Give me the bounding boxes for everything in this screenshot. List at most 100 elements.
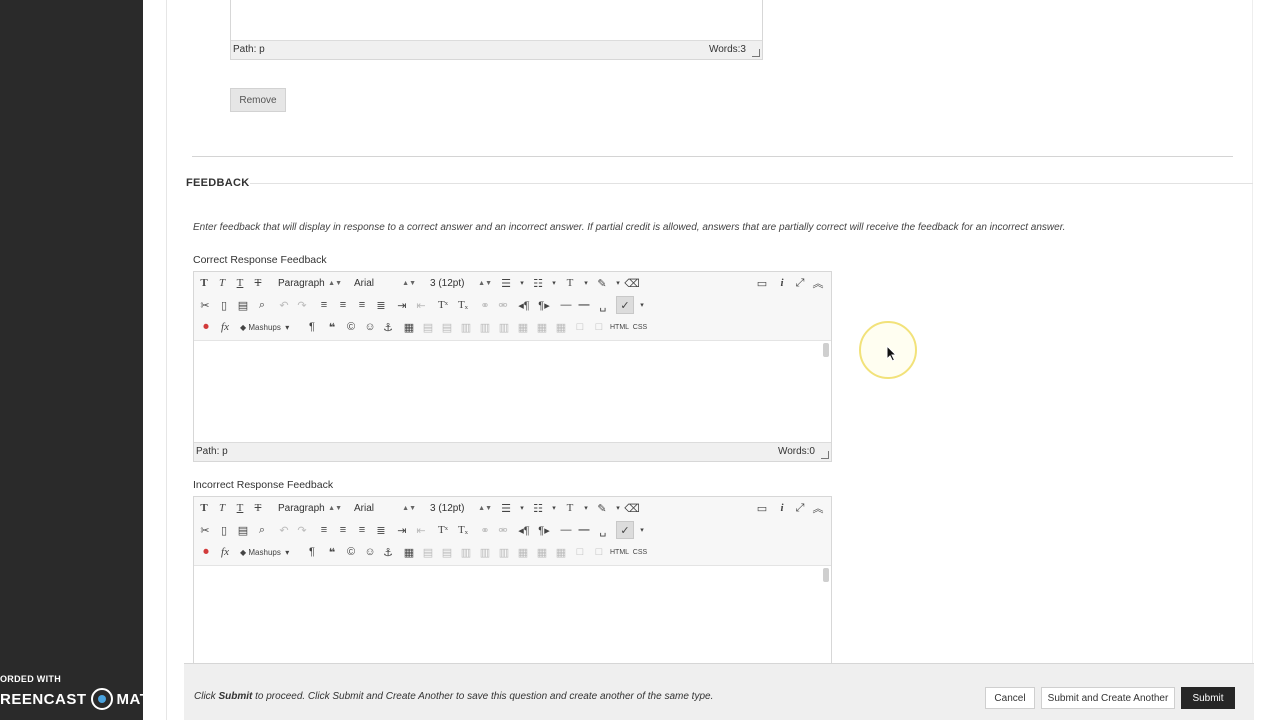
fullscreen-icon[interactable]: ⤢ (792, 499, 808, 517)
record-icon[interactable]: ⏺ (198, 543, 214, 561)
undo-icon[interactable]: ↶ (276, 521, 292, 539)
remove-button[interactable]: Remove (230, 88, 286, 112)
table-cell-props-icon[interactable]: □ (591, 318, 607, 336)
record-icon[interactable]: ⏺ (198, 318, 214, 336)
undo-icon[interactable]: ↶ (276, 296, 292, 314)
align-left-icon[interactable]: ≡ (316, 521, 332, 539)
fullscreen-icon[interactable]: ⤢ (792, 274, 808, 292)
correct-feedback-textarea[interactable] (194, 340, 831, 443)
collapse-toolbar-icon[interactable]: ︽ (810, 499, 826, 517)
eraser-icon[interactable]: ⌫ (624, 274, 640, 292)
table-split-icon[interactable]: ▦ (534, 318, 550, 336)
justify-icon[interactable]: ≣ (373, 296, 389, 314)
html-source-button[interactable]: HTML (610, 318, 629, 336)
incorrect-feedback-editor[interactable]: T T T T Paragraph ▲▼ Arial ▲▼ 3 (12pt) ▲▼ ☰… (193, 496, 832, 667)
mashups-menu[interactable]: ◆ Mashups ▾ (240, 318, 289, 336)
text-color-icon[interactable]: T (562, 499, 578, 517)
math-equation-icon[interactable]: fx (217, 318, 233, 336)
redo-icon[interactable]: ↷ (294, 521, 310, 539)
numbered-list-dropdown-icon[interactable]: ▾ (546, 499, 562, 517)
cut-icon[interactable]: ✂ (197, 296, 213, 314)
special-character-icon[interactable]: © (343, 543, 359, 561)
font-size-select[interactable]: 3 (12pt) ▲▼ (428, 275, 494, 291)
font-size-select[interactable]: 3 (12pt) ▲▼ (428, 500, 494, 516)
paste-icon[interactable]: ▤ (235, 521, 251, 539)
table-col-before-icon[interactable]: ▥ (477, 543, 493, 561)
align-center-icon[interactable]: ≡ (335, 296, 351, 314)
math-equation-icon[interactable]: fx (217, 543, 233, 561)
italic-icon[interactable]: T (214, 499, 230, 517)
table-row-before-icon[interactable]: ▤ (420, 543, 436, 561)
bullet-list-dropdown-icon[interactable]: ▾ (514, 274, 530, 292)
horizontal-rule-icon[interactable]: — (558, 521, 574, 539)
superscript-icon[interactable]: Tˣ (435, 521, 451, 539)
paragraph-format-select[interactable]: Paragraph ▲▼ (276, 500, 344, 516)
table-merge-icon[interactable]: ▦ (553, 318, 569, 336)
paste-icon[interactable]: ▤ (235, 296, 251, 314)
align-left-icon[interactable]: ≡ (316, 296, 332, 314)
incorrect-feedback-textarea[interactable] (194, 565, 831, 667)
numbered-list-icon[interactable]: ☷ (530, 274, 546, 292)
resize-handle-icon[interactable] (752, 49, 760, 57)
font-family-select[interactable]: Arial ▲▼ (352, 275, 418, 291)
html-source-button[interactable]: HTML (610, 543, 629, 561)
underline-icon[interactable]: T (232, 274, 248, 292)
find-replace-icon[interactable]: ⌕ (254, 521, 270, 539)
align-right-icon[interactable]: ≡ (354, 296, 370, 314)
ltr-direction-icon[interactable]: ¶▸ (536, 521, 552, 539)
align-center-icon[interactable]: ≡ (335, 521, 351, 539)
table-merge-icon[interactable]: ▦ (553, 543, 569, 561)
numbered-list-icon[interactable]: ☷ (530, 499, 546, 517)
find-replace-icon[interactable]: ⌕ (254, 296, 270, 314)
paragraph-format-select[interactable]: Paragraph ▲▼ (276, 275, 344, 291)
css-button[interactable]: CSS (632, 543, 648, 561)
table-delete-row-icon[interactable]: ▥ (458, 543, 474, 561)
preview-monitor-icon[interactable]: ▭ (754, 499, 770, 517)
paragraph-mark-icon[interactable]: ¶ (304, 543, 320, 561)
preview-monitor-icon[interactable]: ▭ (754, 274, 770, 292)
editor-scrollbar[interactable] (823, 568, 829, 582)
horizontal-line-icon[interactable]: — (576, 521, 592, 539)
insert-link-icon[interactable]: ⚭ (477, 521, 493, 539)
emoticon-icon[interactable]: ☺ (362, 318, 378, 336)
special-character-icon[interactable]: © (343, 318, 359, 336)
outdent-icon[interactable]: ⇤ (413, 296, 429, 314)
text-color-dropdown-icon[interactable]: ▾ (578, 274, 594, 292)
clear-formatting-icon[interactable]: Tₓ (455, 521, 471, 539)
table-col-after-icon[interactable]: ▥ (496, 318, 512, 336)
table-cell-props-icon[interactable]: □ (591, 543, 607, 561)
insert-link-icon[interactable]: ⚭ (477, 296, 493, 314)
table-col-after-icon[interactable]: ▥ (496, 543, 512, 561)
insert-table-icon[interactable]: ▦ (401, 318, 417, 336)
spellcheck-icon[interactable]: ✓ (616, 521, 634, 539)
cut-icon[interactable]: ✂ (197, 521, 213, 539)
blockquote-icon[interactable]: ❝ (324, 318, 340, 336)
spellcheck-dropdown-icon[interactable]: ▾ (634, 296, 650, 314)
text-color-dropdown-icon[interactable]: ▾ (578, 499, 594, 517)
align-right-icon[interactable]: ≡ (354, 521, 370, 539)
table-row-after-icon[interactable]: ▤ (439, 543, 455, 561)
info-icon[interactable]: i (774, 274, 790, 292)
anchor-icon[interactable]: ⚓ (380, 543, 396, 561)
unlink-icon[interactable]: ⚮ (495, 296, 511, 314)
eraser-icon[interactable]: ⌫ (624, 499, 640, 517)
underline-icon[interactable]: T (232, 499, 248, 517)
redo-icon[interactable]: ↷ (294, 296, 310, 314)
table-props-icon[interactable]: □ (572, 543, 588, 561)
info-icon[interactable]: i (774, 499, 790, 517)
cancel-button[interactable]: Cancel (985, 687, 1035, 709)
indent-icon[interactable]: ⇥ (394, 296, 410, 314)
unlink-icon[interactable]: ⚮ (495, 521, 511, 539)
mashups-menu[interactable]: ◆ Mashups ▾ (240, 543, 289, 561)
answer-editor-remnant[interactable]: Path: p Words:3 (230, 0, 763, 60)
horizontal-line-icon[interactable]: — (576, 296, 592, 314)
italic-icon[interactable]: T (214, 274, 230, 292)
superscript-icon[interactable]: Tˣ (435, 296, 451, 314)
paragraph-mark-icon[interactable]: ¶ (304, 318, 320, 336)
resize-handle-icon[interactable] (821, 451, 829, 459)
bold-icon[interactable]: T (196, 274, 212, 292)
font-family-select[interactable]: Arial ▲▼ (352, 500, 418, 516)
nonbreaking-space-icon[interactable]: ␣ (595, 521, 611, 539)
outdent-icon[interactable]: ⇤ (413, 521, 429, 539)
anchor-icon[interactable]: ⚓ (380, 318, 396, 336)
